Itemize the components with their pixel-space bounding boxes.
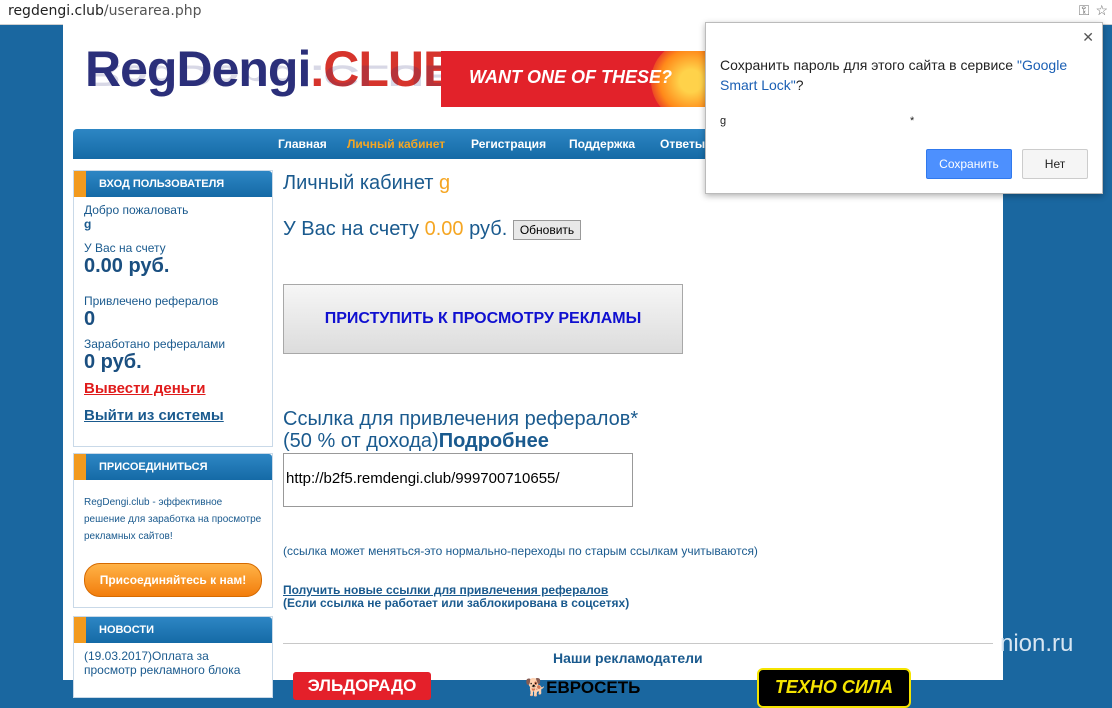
news-box: НОВОСТИ (19.03.2017)Оплата за просмотр р…	[73, 616, 273, 698]
star-icon[interactable]: ☆	[1095, 2, 1108, 18]
nav-cabinet[interactable]: Личный кабинет	[347, 137, 445, 151]
popup-message: Сохранить пароль для этого сайта в серви…	[720, 55, 1070, 95]
nav-support[interactable]: Поддержка	[569, 137, 635, 151]
sidebar-balance: 0.00 руб.	[84, 255, 170, 277]
welcome-text: Добро пожаловать	[84, 203, 189, 217]
start-ads-button[interactable]: ПРИСТУПИТЬ К ПРОСМОТРУ РЕКЛАМЫ	[283, 284, 683, 354]
sidebar-username: g	[84, 217, 92, 231]
cabinet-username: g	[439, 172, 451, 194]
url-text[interactable]: regdengi.club/userarea.php	[8, 3, 201, 19]
join-button[interactable]: Присоединяйтесь к нам!	[84, 563, 262, 597]
referral-link-field[interactable]: http://b2f5.remdengi.club/999700710655/	[283, 453, 633, 507]
balance-label: У Вас на счету	[84, 241, 166, 255]
balance-prefix: У Вас на счету	[283, 218, 420, 240]
advertiser-technosila[interactable]: ТЕХНО СИЛА	[757, 668, 911, 708]
nav-register[interactable]: Регистрация	[471, 137, 546, 151]
referrals-label: Привлечено рефералов	[84, 294, 219, 308]
key-icon[interactable]: ⚿	[1079, 2, 1090, 18]
login-box: ВХОД ПОЛЬЗОВАТЕЛЯ Добро пожаловать g У В…	[73, 170, 273, 447]
join-description: RegDengi.club - эффективное решение для …	[84, 497, 262, 542]
url-host: regdengi.club	[8, 3, 104, 19]
earned-value: 0 руб.	[84, 351, 142, 373]
login-box-title: ВХОД ПОЛЬЗОВАТЕЛЯ	[99, 178, 225, 190]
ref-more-link[interactable]: Подробнее	[439, 430, 549, 452]
close-icon[interactable]: ✕	[1082, 29, 1094, 46]
dog-icon: 🐕	[525, 678, 547, 697]
divider	[283, 643, 993, 644]
balance-suffix: руб.	[469, 218, 508, 240]
cabinet-title: Личный кабинет	[283, 172, 434, 194]
euroset-text: ЕВРОСЕТЬ	[546, 678, 641, 697]
referral-section: Ссылка для привлечения рефералов* (50 % …	[283, 408, 638, 452]
logout-link[interactable]: Выйти из системы	[84, 407, 224, 424]
nav-home[interactable]: Главная	[278, 137, 327, 151]
popup-message-text: Сохранить пароль для этого сайта в серви…	[720, 57, 1014, 73]
refresh-button[interactable]: Обновить	[512, 219, 582, 240]
join-box-title: ПРИСОЕДИНИТЬСЯ	[99, 461, 208, 473]
popup-qmark: ?	[795, 77, 804, 93]
save-password-button[interactable]: Сохранить	[926, 149, 1012, 179]
ref-percent: (50 % от дохода)	[283, 430, 439, 452]
banner-text: WANT ONE OF THESE?	[469, 67, 673, 87]
advertisers-title: Наши рекламодатели	[553, 650, 703, 666]
ref-note: (ссылка может меняться-это нормально-пер…	[283, 544, 758, 558]
advertiser-eldorado[interactable]: ЭЛЬДОРАДО	[293, 672, 431, 700]
balance-value: 0.00	[424, 218, 464, 240]
nav-answers[interactable]: Ответы	[660, 137, 705, 151]
join-box: ПРИСОЕДИНИТЬСЯ RegDengi.club - эффективн…	[73, 453, 273, 608]
new-links-note: (Если ссылка не работает или заблокирова…	[283, 596, 630, 610]
ad-banner[interactable]: WANT ONE OF THESE?	[441, 51, 711, 107]
popup-username: g	[720, 115, 727, 127]
withdraw-link[interactable]: Вывести деньги	[84, 380, 206, 397]
logo-reflection: RegDengi.CLUB	[85, 59, 459, 93]
news-box-title: НОВОСТИ	[99, 624, 155, 636]
watermark: nion.ru	[1000, 630, 1074, 657]
save-password-dialog: ✕ Сохранить пароль для этого сайта в сер…	[705, 22, 1103, 194]
ref-title: Ссылка для привлечения рефералов*	[283, 408, 639, 430]
referrals-count: 0	[84, 308, 96, 330]
earned-label: Заработано рефералами	[84, 337, 226, 351]
advertiser-euroset[interactable]: 🐕ЕВРОСЕТЬ	[525, 678, 640, 698]
balance-line: У Вас на счету 0.00 руб. Обновить	[283, 218, 582, 241]
cabinet-heading: Личный кабинет g	[283, 172, 450, 195]
news-item[interactable]: (19.03.2017)Оплата за просмотр рекламног…	[74, 647, 272, 679]
popup-password: *	[910, 115, 915, 127]
no-button[interactable]: Нет	[1022, 149, 1088, 179]
url-path: /userarea.php	[103, 3, 202, 19]
